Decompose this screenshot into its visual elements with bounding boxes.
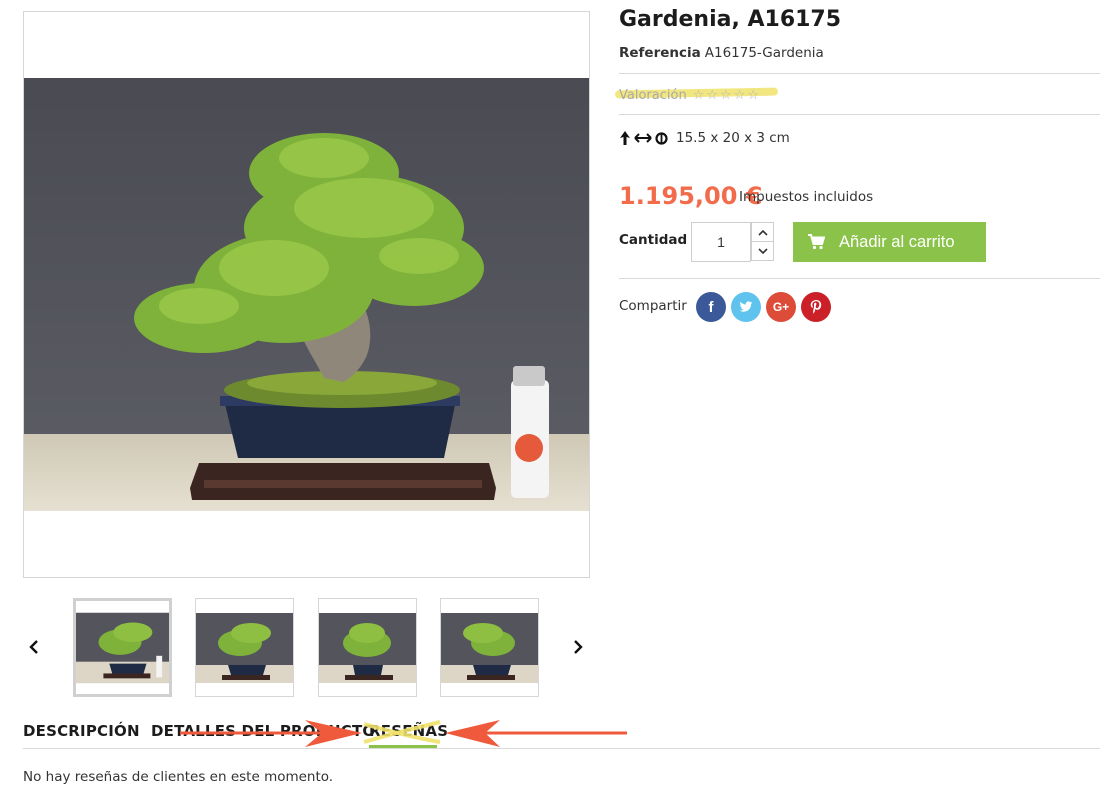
chevron-down-icon bbox=[757, 247, 768, 254]
tabs-divider bbox=[23, 748, 1100, 749]
product-title: Gardenia, A16175 bbox=[619, 7, 842, 32]
reference-value: A16175-Gardenia bbox=[704, 45, 824, 61]
product-main-image[interactable] bbox=[23, 11, 590, 578]
divider bbox=[619, 278, 1100, 279]
divider bbox=[619, 114, 1100, 115]
product-reference: Referencia A16175-Gardenia bbox=[619, 45, 824, 61]
star-icon[interactable]: ☆ bbox=[747, 88, 759, 103]
reference-label: Referencia bbox=[619, 45, 701, 61]
reviews-empty-message: No hay reseñas de clientes en este momen… bbox=[23, 769, 334, 785]
rating-stars[interactable]: ☆ ☆ ☆ ☆ ☆ bbox=[693, 88, 759, 103]
dimensions-value: 15.5 x 20 x 3 cm bbox=[676, 130, 790, 146]
googleplus-icon: G+ bbox=[772, 300, 790, 314]
chevron-up-icon bbox=[757, 229, 768, 236]
thumbnail-1[interactable] bbox=[73, 598, 172, 697]
rating-label: Valoración bbox=[619, 87, 687, 103]
pinterest-icon bbox=[810, 299, 822, 314]
quantity-decrease-button[interactable] bbox=[751, 241, 774, 261]
thumbnail-next-button[interactable] bbox=[566, 633, 590, 661]
tax-note: Impuestos incluidos bbox=[739, 189, 874, 205]
thumbnail-3[interactable] bbox=[318, 598, 417, 697]
thumbnail-image bbox=[441, 599, 538, 696]
thumbnail-2[interactable] bbox=[195, 598, 294, 697]
star-icon[interactable]: ☆ bbox=[693, 88, 705, 103]
cart-icon bbox=[807, 234, 825, 250]
chevron-right-icon bbox=[574, 640, 583, 654]
facebook-share-button[interactable]: f bbox=[696, 292, 726, 322]
arrow-up-icon bbox=[619, 130, 631, 146]
bonsai-photo bbox=[24, 78, 589, 511]
quantity-input[interactable] bbox=[691, 222, 751, 262]
thumbnail-image bbox=[319, 599, 416, 696]
tab-reviews[interactable]: RESEÑAS bbox=[369, 722, 448, 740]
tab-description[interactable]: DESCRIPCIÓN bbox=[23, 722, 140, 740]
thumbnail-image bbox=[76, 601, 169, 694]
share-label: Compartir bbox=[619, 298, 687, 314]
chevron-left-icon bbox=[29, 640, 38, 654]
quantity-increase-button[interactable] bbox=[751, 222, 774, 242]
divider bbox=[619, 73, 1100, 74]
tab-product-details[interactable]: DETALLES DEL PRODUCTO bbox=[151, 722, 375, 740]
pinterest-share-button[interactable] bbox=[801, 292, 831, 322]
annotation-arrow-left bbox=[445, 720, 500, 747]
product-rating[interactable]: Valoración ☆ ☆ ☆ ☆ ☆ bbox=[619, 85, 759, 105]
depth-icon bbox=[655, 131, 668, 145]
arrow-left-right-icon bbox=[634, 132, 652, 144]
product-dimensions: 15.5 x 20 x 3 cm bbox=[619, 128, 790, 148]
star-icon[interactable]: ☆ bbox=[706, 88, 718, 103]
quantity-label: Cantidad bbox=[619, 232, 688, 248]
star-icon[interactable]: ☆ bbox=[720, 88, 732, 103]
add-to-cart-label: Añadir al carrito bbox=[839, 232, 955, 251]
facebook-icon: f bbox=[708, 298, 714, 316]
thumbnail-prev-button[interactable] bbox=[22, 633, 46, 661]
star-icon[interactable]: ☆ bbox=[734, 88, 746, 103]
add-to-cart-button[interactable]: Añadir al carrito bbox=[793, 222, 986, 262]
twitter-share-button[interactable] bbox=[731, 292, 761, 322]
thumbnail-image bbox=[196, 599, 293, 696]
twitter-icon bbox=[739, 301, 753, 312]
thumbnail-4[interactable] bbox=[440, 598, 539, 697]
googleplus-share-button[interactable]: G+ bbox=[766, 292, 796, 322]
